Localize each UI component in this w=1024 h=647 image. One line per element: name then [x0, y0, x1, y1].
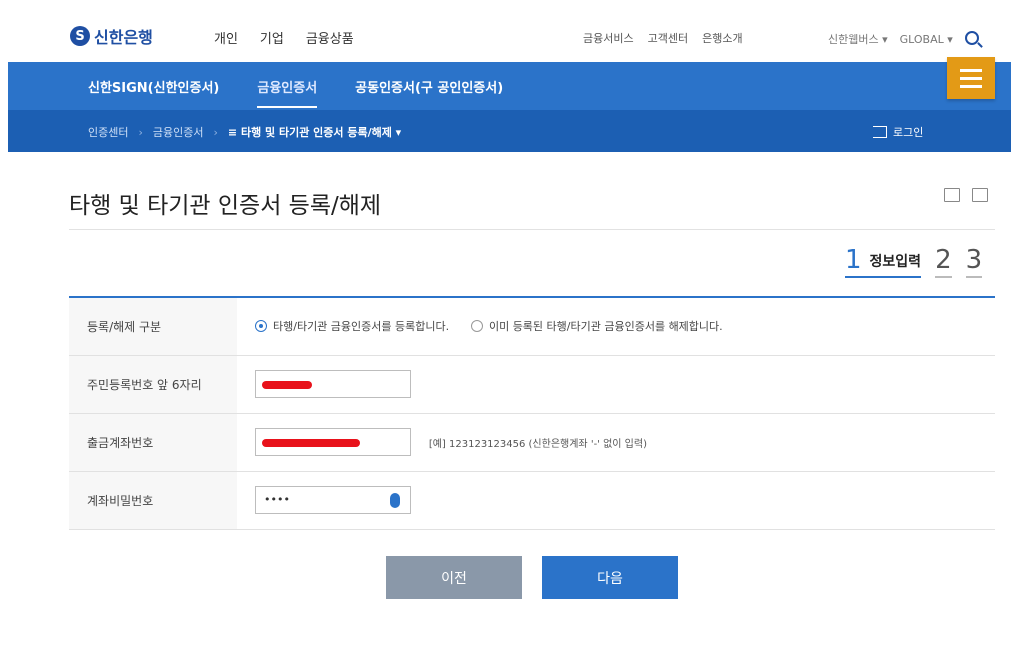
field-label-password: 계좌비밀번호	[69, 471, 237, 530]
top-bar: S 신한은행 개인 기업 금융상품 금융서비스 고객센터 은행소개 신한웹버스 …	[0, 0, 1024, 62]
field-label-rrn: 주민등록번호 앞 6자리	[69, 355, 237, 414]
account-password-input[interactable]: ••••	[255, 486, 411, 514]
redaction-mark	[262, 439, 360, 447]
field-label-type: 등록/해제 구분	[69, 297, 237, 356]
secure-keyboard-icon[interactable]	[390, 493, 400, 508]
chevron-right-icon: ›	[213, 125, 218, 139]
brand-name: 신한은행	[94, 28, 153, 47]
login-link[interactable]: 로그인	[873, 124, 923, 140]
login-label: 로그인	[893, 126, 924, 139]
table-row: 등록/해제 구분 타행/타기관 금융인증서를 등록합니다. 이미 등록된 타행/…	[69, 297, 995, 356]
nav-about-bank[interactable]: 은행소개	[702, 30, 742, 46]
main-nav: 개인 기업 금융상품	[214, 28, 354, 47]
radio-release-label: 이미 등록된 타행/타기관 금융인증서를 해제합니다.	[488, 319, 723, 333]
breadcrumb-bar: 인증센터 › 금융인증서 › ≡ 타행 및 타기관 인증서 등록/해제 ▾ 로그…	[8, 110, 1011, 152]
hamburger-menu-button[interactable]	[947, 57, 995, 99]
account-hint: [예] 123123123456 (신한은행계좌 '-' 없이 입력)	[428, 438, 647, 450]
radio-icon-checked	[255, 319, 267, 332]
shinhan-logo-icon: S	[70, 26, 90, 46]
certificate-subnav: 신한SIGN(신한인증서) 금융인증서 공동인증서(구 공인인증서)	[8, 62, 1011, 110]
global-dropdown[interactable]: GLOBAL ▾	[900, 33, 953, 46]
next-button[interactable]: 다음	[542, 556, 678, 599]
account-number-input[interactable]	[255, 428, 411, 456]
step-current: 1 정보입력	[845, 245, 922, 278]
rrn-input[interactable]	[255, 370, 411, 398]
chevron-right-icon: ›	[138, 125, 143, 139]
menu-icon-line	[960, 76, 982, 80]
page-title: 타행 및 타기관 인증서 등록/해제	[69, 193, 382, 219]
print-icon[interactable]	[972, 188, 988, 202]
step-indicator: 1 정보입력 2 3	[845, 245, 983, 278]
search-icon[interactable]	[964, 31, 979, 45]
page-tools	[944, 188, 988, 202]
radio-release[interactable]: 이미 등록된 타행/타기관 금융인증서를 해제합니다.	[470, 318, 723, 334]
utility-nav: 금융서비스 고객센터 은행소개	[583, 30, 743, 46]
tab-shinhan-sign[interactable]: 신한SIGN(신한인증서)	[88, 77, 219, 108]
table-row: 계좌비밀번호 ••••	[69, 471, 995, 530]
download-icon[interactable]	[944, 188, 960, 202]
family-site-dropdown[interactable]: 신한웹버스 ▾	[828, 31, 888, 47]
login-icon	[873, 126, 887, 138]
field-account: [예] 123123123456 (신한은행계좌 '-' 없이 입력)	[237, 413, 995, 472]
menu-icon-line	[960, 68, 982, 72]
radio-register[interactable]: 타행/타기관 금융인증서를 등록합니다.	[255, 318, 449, 334]
breadcrumb-cert-center[interactable]: 인증센터	[88, 124, 128, 140]
redaction-mark	[262, 381, 312, 389]
shinhan-logo[interactable]: S 신한은행	[70, 24, 153, 48]
password-mask: ••••	[264, 493, 290, 506]
radio-register-label: 타행/타기관 금융인증서를 등록합니다.	[273, 319, 450, 333]
step-three: 3	[965, 246, 983, 278]
radio-icon	[470, 319, 483, 332]
table-row: 주민등록번호 앞 6자리	[69, 355, 995, 414]
header-right: 신한웹버스 ▾ GLOBAL ▾	[828, 31, 979, 47]
nav-customer-center[interactable]: 고객센터	[648, 30, 688, 46]
nav-financial-services[interactable]: 금융서비스	[583, 30, 634, 46]
field-type: 타행/타기관 금융인증서를 등록합니다. 이미 등록된 타행/타기관 금융인증서…	[237, 297, 995, 356]
tab-financial-certificate[interactable]: 금융인증서	[257, 77, 318, 108]
nav-corporate[interactable]: 기업	[260, 28, 284, 47]
breadcrumb-financial-cert[interactable]: 금융인증서	[153, 124, 204, 140]
nav-products[interactable]: 금융상품	[306, 28, 354, 47]
breadcrumb: 인증센터 › 금융인증서 › ≡ 타행 및 타기관 인증서 등록/해제 ▾	[88, 124, 401, 140]
field-label-account: 출금계좌번호	[69, 413, 237, 472]
nav-personal[interactable]: 개인	[214, 28, 238, 47]
field-rrn	[237, 355, 995, 414]
tab-joint-certificate[interactable]: 공동인증서(구 공인인증서)	[355, 77, 503, 108]
field-password: ••••	[237, 471, 995, 530]
certificate-form: 등록/해제 구분 타행/타기관 금융인증서를 등록합니다. 이미 등록된 타행/…	[69, 296, 995, 530]
table-row: 출금계좌번호 [예] 123123123456 (신한은행계좌 '-' 없이 입…	[69, 413, 995, 472]
divider	[69, 229, 995, 230]
step-two: 2	[935, 246, 952, 278]
prev-button[interactable]: 이전	[386, 556, 522, 599]
breadcrumb-current-dropdown[interactable]: ≡ 타행 및 타기관 인증서 등록/해제 ▾	[228, 124, 401, 140]
menu-icon-line	[960, 84, 982, 88]
step-number: 1	[845, 245, 862, 275]
step-label: 정보입력	[869, 254, 922, 270]
